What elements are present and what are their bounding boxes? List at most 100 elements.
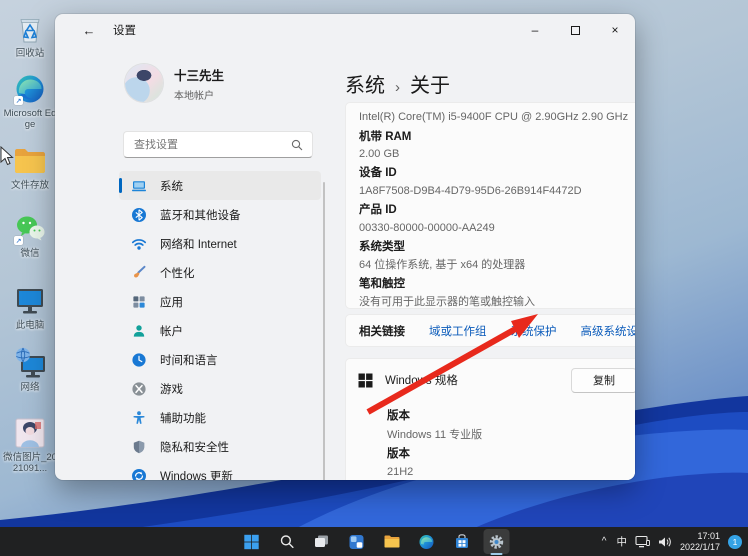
xbox-icon: [132, 381, 146, 396]
info-value: 64 位操作系统, 基于 x64 的处理器: [359, 259, 526, 272]
sidebar-item-apps[interactable]: 应用: [119, 287, 321, 316]
info-label: 设备 ID: [359, 167, 397, 180]
system-icon: [132, 180, 146, 191]
info-label: 产品 ID: [359, 204, 397, 217]
sidebar-item-accounts[interactable]: 帐户: [119, 316, 321, 345]
sidebar-item-privacy[interactable]: 隐私和安全性: [119, 432, 321, 461]
taskbar-settings-button[interactable]: [483, 529, 510, 554]
sidebar-item-system[interactable]: 系统: [119, 171, 321, 200]
search-icon: [280, 535, 294, 549]
device-spec-card: Intel(R) Core(TM) i5-9400F CPU @ 2.90GHz…: [345, 102, 635, 309]
shield-icon: [133, 440, 145, 453]
tray-date: 2022/1/17: [679, 541, 720, 552]
store-icon: [455, 534, 468, 548]
sidebar-item-label: 时间和语言: [160, 354, 218, 367]
titlebar: ← 设置 – ×: [55, 14, 635, 46]
info-value: 没有可用于此显示器的笔或触控输入: [359, 296, 535, 309]
user-profile[interactable]: 十三先生 本地帐户: [125, 64, 224, 102]
sidebar-item-label: 帐户: [160, 325, 183, 338]
account-type: 本地帐户: [174, 90, 214, 102]
tray-volume-icon[interactable]: [658, 536, 672, 548]
spec-value: Windows 11 专业版: [387, 428, 483, 441]
desktop-icon-wechat[interactable]: ↗ 微信: [2, 212, 58, 259]
widgets-button[interactable]: [344, 529, 370, 554]
desktop-icon-label: 此电脑: [15, 320, 45, 331]
minimize-button[interactable]: –: [515, 14, 555, 46]
desktop-icon-label: 文件存放: [10, 180, 49, 191]
related-links-card: 相关链接 域或工作组 系统保护 高级系统设置: [345, 314, 635, 347]
sidebar-item-gaming[interactable]: 游戏: [119, 374, 321, 403]
taskbar-edge-button[interactable]: [414, 529, 440, 554]
tray-time: 17:01: [697, 531, 720, 541]
gear-icon: [489, 534, 504, 549]
file-explorer-icon: [384, 535, 399, 548]
sidebar-item-label: 隐私和安全性: [160, 441, 229, 454]
info-value: 00330-80000-00000-AA249: [359, 221, 495, 234]
apps-icon: [133, 295, 145, 308]
sidebar-item-personalization[interactable]: 个性化: [119, 258, 321, 287]
sidebar-item-label: 辅助功能: [160, 412, 206, 425]
task-view-icon: [315, 535, 328, 547]
file-explorer-button[interactable]: [379, 529, 405, 554]
sidebar-item-label: 网络和 Internet: [160, 238, 237, 251]
desktop: 回收站 ↗ Microsoft Edge 文件存放 ↗ 微信 此电脑 网络 微信…: [0, 0, 748, 556]
start-button[interactable]: [239, 529, 265, 554]
desktop-icon-label: 微信图片_2021091...: [3, 452, 57, 474]
desktop-icon-wechat-image[interactable]: 微信图片_2021091...: [2, 416, 58, 474]
sidebar-item-bluetooth[interactable]: 蓝牙和其他设备: [119, 200, 321, 229]
brush-icon: [134, 265, 146, 277]
search-icon: [291, 139, 303, 150]
microsoft-store-button[interactable]: [449, 529, 475, 554]
windows-logo-icon: [358, 373, 373, 387]
folder-icon: [13, 144, 47, 178]
tray-expand-icon[interactable]: ^: [600, 536, 609, 547]
shortcut-arrow-icon: ↗: [14, 236, 23, 245]
link-advanced-system-settings[interactable]: 高级系统设置: [581, 323, 636, 339]
sidebar-item-accessibility[interactable]: 辅助功能: [119, 403, 321, 432]
edge-icon: ↗: [13, 72, 47, 106]
widgets-icon: [349, 534, 364, 549]
notification-badge[interactable]: 1: [728, 534, 742, 549]
info-label: 笔和触控: [359, 277, 405, 290]
desktop-icon-label: 微信: [20, 248, 40, 259]
link-system-protection[interactable]: 系统保护: [511, 323, 557, 339]
sidebar-item-label: 应用: [160, 296, 183, 309]
close-button[interactable]: ×: [595, 14, 635, 46]
settings-search: [123, 131, 313, 158]
person-icon: [133, 324, 145, 337]
breadcrumb: 系统 › 关于: [345, 69, 450, 98]
desktop-icon-label: 网络: [20, 382, 40, 393]
tray-clock[interactable]: 17:01 2022/1/17: [680, 531, 720, 552]
sidebar-item-network[interactable]: 网络和 Internet: [119, 229, 321, 258]
ime-indicator[interactable]: 中: [616, 534, 627, 549]
desktop-icon-edge[interactable]: ↗ Microsoft Edge: [2, 72, 58, 130]
clock-icon: [132, 352, 146, 367]
spec-value: 21H2: [387, 465, 414, 478]
maximize-button[interactable]: [555, 14, 595, 46]
sidebar-scrollbar[interactable]: [323, 182, 325, 480]
task-view-button[interactable]: [309, 529, 335, 554]
desktop-icon-this-pc[interactable]: 此电脑: [2, 284, 58, 331]
search-input[interactable]: [124, 138, 291, 151]
desktop-icon-recycle-bin[interactable]: 回收站: [2, 12, 58, 59]
mouse-cursor: [0, 146, 14, 166]
info-label: 系统类型: [359, 240, 405, 253]
sidebar-item-label: 系统: [160, 180, 183, 193]
desktop-icon-network[interactable]: 网络: [2, 346, 58, 393]
taskbar-search-button[interactable]: [274, 529, 300, 554]
breadcrumb-current: 关于: [410, 75, 450, 97]
wechat-icon: ↗: [13, 212, 47, 246]
sidebar-item-windows-update[interactable]: Windows 更新: [119, 461, 321, 480]
link-domain-workgroup[interactable]: 域或工作组: [429, 323, 487, 339]
recycle-bin-icon: [13, 12, 47, 46]
copy-button[interactable]: 复制: [571, 367, 635, 393]
back-button[interactable]: ←: [77, 19, 101, 41]
user-name: 十三先生: [174, 68, 225, 83]
info-label: 机带 RAM: [359, 130, 412, 143]
bluetooth-icon: [132, 207, 146, 222]
breadcrumb-parent[interactable]: 系统: [345, 69, 385, 98]
sidebar-item-time-language[interactable]: 时间和语言: [119, 345, 321, 374]
shortcut-arrow-icon: ↗: [14, 96, 23, 105]
tray-network-icon[interactable]: [635, 535, 650, 548]
windows-spec-title: Windows 规格: [385, 375, 458, 387]
